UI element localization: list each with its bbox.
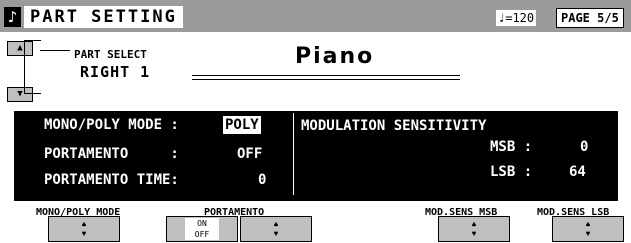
portamento-on-off-button[interactable]: ON OFF — [166, 216, 238, 242]
portamento-time-button[interactable]: ▲ ▼ — [240, 216, 312, 242]
modulation-sensitivity-title: MODULATION SENSITIVITY — [301, 118, 487, 134]
part-select-bracket — [24, 40, 41, 94]
mod-sens-lsb-button[interactable]: ▲ ▼ — [552, 216, 624, 242]
bracket-line — [40, 50, 70, 51]
portamento-label: PORTAMENTO : — [44, 146, 179, 162]
lsb-label: LSB : — [490, 164, 533, 180]
music-note-icon: ♪ — [4, 7, 21, 27]
down-arrow-icon: ▼ — [81, 229, 87, 238]
lsb-value: 64 — [569, 164, 586, 180]
voice-underline-top — [192, 75, 460, 76]
down-arrow-icon: ▼ — [585, 229, 591, 238]
part-select-value: RIGHT 1 — [80, 63, 151, 81]
mono-poly-mode-label: MONO/POLY MODE : — [44, 117, 179, 133]
portamento-off-label: OFF — [185, 229, 219, 240]
down-arrow-icon: ▼ — [471, 229, 477, 238]
up-arrow-icon: ▲ — [471, 219, 477, 228]
tempo-display: ♩=120 — [496, 10, 537, 26]
mod-sens-msb-button[interactable]: ▲ ▼ — [438, 216, 510, 242]
page-title: PART SETTING — [24, 6, 183, 28]
voice-underline-bottom — [192, 79, 460, 80]
page-indicator: PAGE 5/5 — [556, 8, 624, 28]
portamento-time-label: PORTAMENTO TIME: — [44, 172, 179, 188]
msb-value: 0 — [580, 139, 589, 155]
portamento-value: OFF — [237, 146, 263, 162]
portamento-time-value: 0 — [258, 172, 267, 188]
portamento-on-label: ON — [185, 218, 219, 229]
panel-divider — [293, 113, 294, 195]
mono-poly-mode-button[interactable]: ▲ ▼ — [48, 216, 120, 242]
up-arrow-icon: ▲ — [273, 219, 279, 228]
up-arrow-icon: ▲ — [585, 219, 591, 228]
down-arrow-icon: ▼ — [273, 229, 279, 238]
up-arrow-icon: ▲ — [81, 219, 87, 228]
mono-poly-mode-value: POLY — [223, 116, 261, 134]
msb-label: MSB : — [490, 139, 533, 155]
voice-name: Piano — [295, 44, 375, 69]
part-select-label: PART SELECT — [74, 48, 147, 61]
